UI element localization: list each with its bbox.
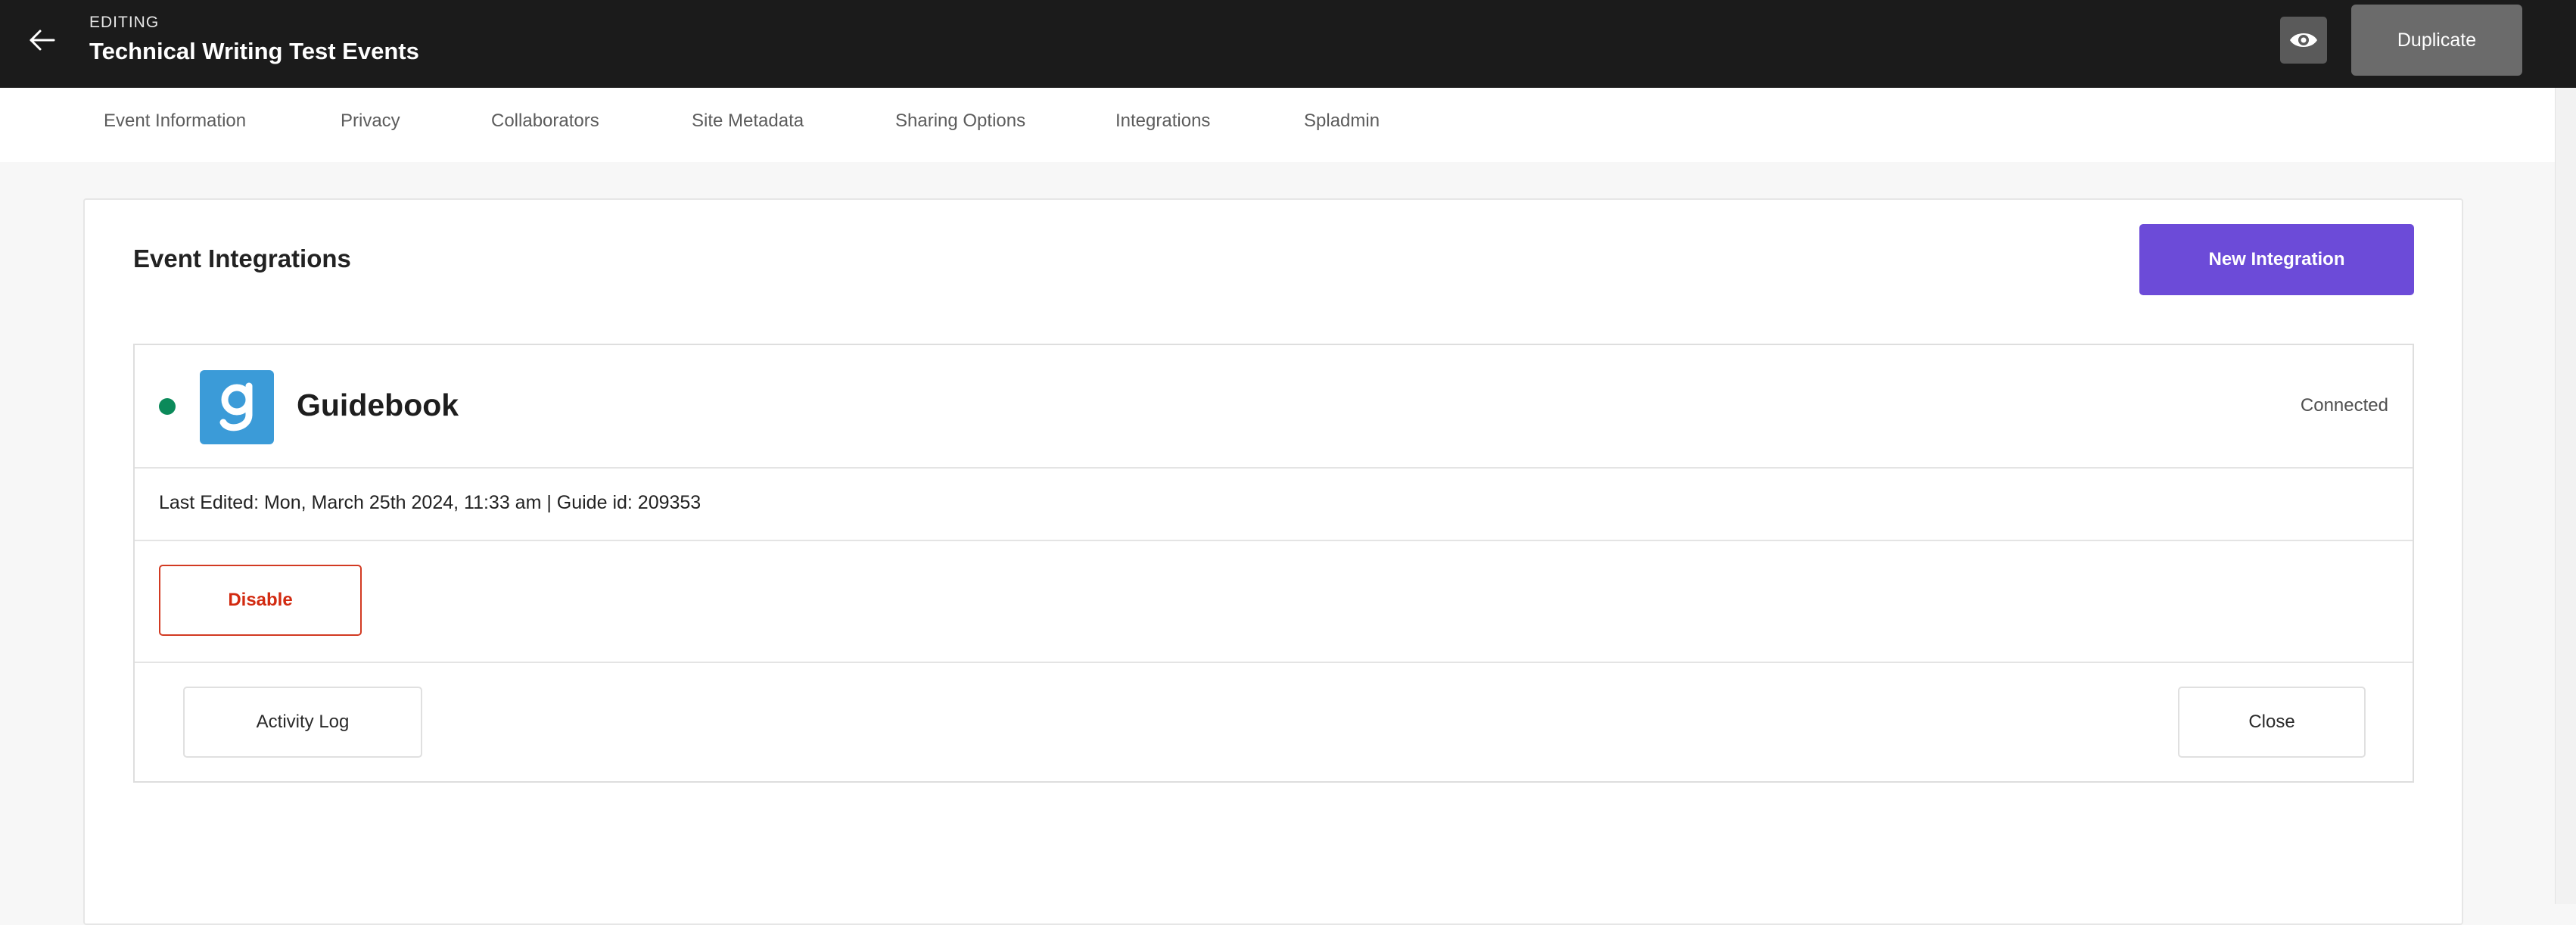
section-title: Event Integrations — [133, 244, 351, 273]
page-title: Technical Writing Test Events — [89, 38, 419, 64]
divider — [135, 467, 2413, 469]
close-button[interactable]: Close — [2178, 687, 2366, 758]
status-indicator-dot — [159, 398, 176, 415]
integration-status: Connected — [2300, 395, 2388, 416]
duplicate-button[interactable]: Duplicate — [2351, 5, 2522, 76]
tab-privacy[interactable]: Privacy — [341, 111, 400, 132]
divider — [135, 540, 2413, 541]
tab-site-metadata[interactable]: Site Metadata — [692, 111, 804, 132]
tab-event-information[interactable]: Event Information — [104, 111, 246, 132]
guidebook-logo-icon — [200, 370, 274, 444]
new-integration-button[interactable]: New Integration — [2139, 224, 2414, 295]
editing-label: EDITING — [89, 14, 160, 31]
disable-button[interactable]: Disable — [159, 565, 362, 636]
preview-button[interactable] — [2280, 17, 2327, 64]
tab-sharing-options[interactable]: Sharing Options — [895, 111, 1025, 132]
tab-bar: Event Information Privacy Collaborators … — [0, 88, 2555, 162]
integration-meta: Last Edited: Mon, March 25th 2024, 11:33… — [159, 492, 702, 513]
scrollbar[interactable] — [2555, 88, 2576, 904]
eye-icon — [2290, 33, 2317, 47]
tab-collaborators[interactable]: Collaborators — [491, 111, 599, 132]
tab-spladmin[interactable]: Spladmin — [1304, 111, 1380, 132]
divider — [135, 662, 2413, 663]
tab-integrations[interactable]: Integrations — [1115, 111, 1210, 132]
top-bar: EDITING Technical Writing Test Events Du… — [0, 0, 2576, 88]
activity-log-button[interactable]: Activity Log — [183, 687, 422, 758]
guidebook-g-glyph — [219, 382, 253, 431]
integration-panel: Guidebook Connected Last Edited: Mon, Ma… — [133, 344, 2414, 783]
back-button[interactable] — [21, 20, 62, 61]
arrow-left-icon — [30, 30, 55, 51]
integration-name: Guidebook — [297, 388, 459, 422]
